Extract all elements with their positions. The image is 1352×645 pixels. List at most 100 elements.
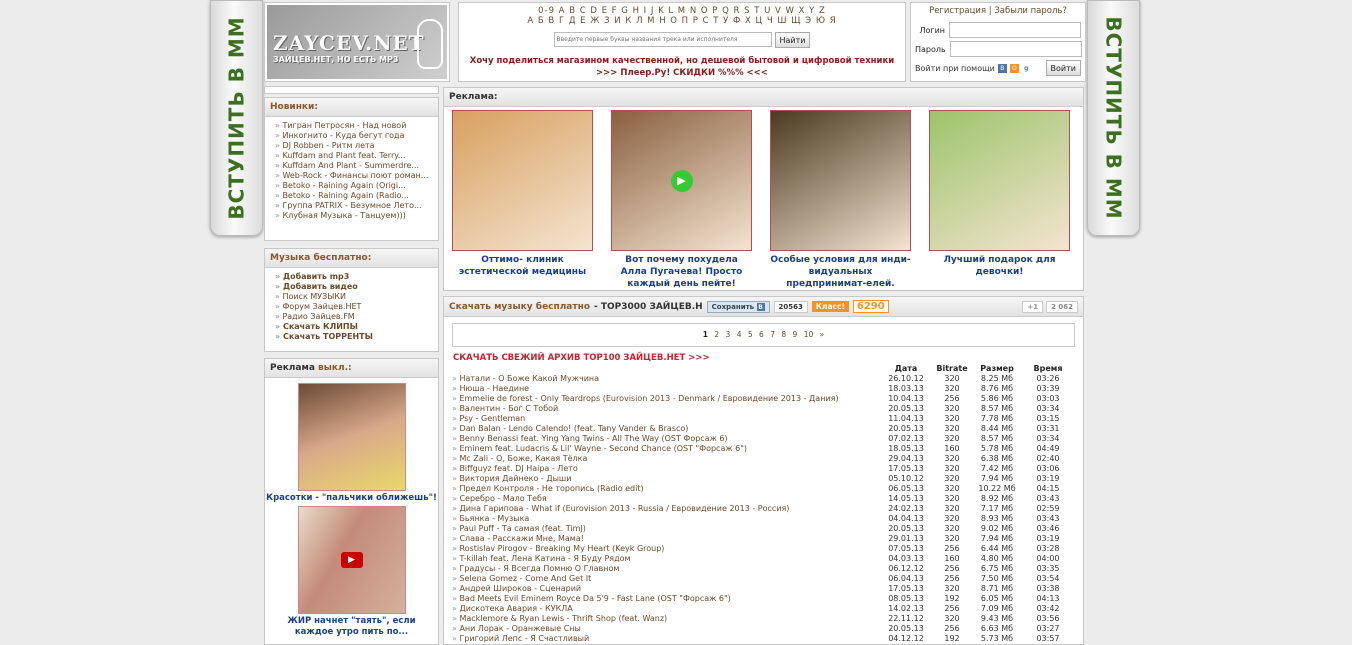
free-music-item[interactable]: Добавить видео	[275, 282, 438, 292]
track-title[interactable]: Emmelie de forest - Only Teardrops (Euro…	[452, 394, 878, 404]
page-link[interactable]: 8	[781, 330, 786, 339]
track-title[interactable]: Андрей Широков - Сценарий	[452, 584, 878, 594]
search-input[interactable]	[553, 32, 772, 47]
ad-caption[interactable]: Лучший подарок для девочки!	[929, 254, 1070, 278]
track-title[interactable]: Ани Лорак - Оранжевые Сны	[452, 624, 878, 634]
track-title[interactable]: Градусы - Я Всегда Помню О Главном	[452, 564, 878, 574]
free-music-item[interactable]: Скачать КЛИПЫ	[275, 322, 438, 332]
save-button[interactable]: Сохранить В	[706, 300, 770, 313]
track-time: 03:43	[1036, 514, 1060, 523]
left-ad-caption-2[interactable]: ЖИР начнет "таять", если каждое утро пит…	[265, 616, 438, 638]
page-link[interactable]: 6	[759, 330, 764, 339]
track-row: Ани Лорак - Оранжевые Сны 20.05.13 256 6.63…	[452, 624, 1072, 634]
vk-icon[interactable]: В	[997, 63, 1007, 73]
news-item[interactable]: Web-Rock - Финансы поют роман...	[275, 171, 438, 181]
track-title[interactable]: Валентин - Бог С Тобой	[452, 404, 878, 414]
news-item[interactable]: DJ Robben - Ритм лета	[275, 141, 438, 151]
free-music-item[interactable]: Поиск МУЗЫКИ	[275, 292, 438, 302]
track-title[interactable]: Дина Гарипова - What if (Eurovision 2013…	[452, 504, 878, 514]
news-item[interactable]: Тигран Петросян - Над новой	[275, 121, 438, 131]
ad-image[interactable]	[929, 110, 1070, 251]
track-title[interactable]: Григорий Лепс - Я Счастливый	[452, 634, 878, 644]
play-icon[interactable]: ▶	[670, 169, 693, 192]
news-item[interactable]: Инкогнито - Куда бегут года	[275, 131, 438, 141]
track-title[interactable]: Psy - Gentleman	[452, 414, 878, 424]
ad-image[interactable]: ▶	[611, 110, 752, 251]
track-title[interactable]: Dan Balan - Lendo Calendo! (feat. Tany V…	[452, 424, 878, 434]
track-title[interactable]: Нюша - Наедине	[452, 384, 878, 394]
track-title[interactable]: Слава - Расскажи Мне, Мама!	[452, 534, 878, 544]
page-link[interactable]: 5	[748, 330, 753, 339]
page-link[interactable]: 10	[804, 330, 814, 339]
track-title[interactable]: Biffguyz feat. DJ Haipa - Лето	[452, 464, 878, 474]
free-music-item[interactable]: Форум Зайцев.НЕТ	[275, 302, 438, 312]
track-title[interactable]: T-killah feat. Лена Катина - Я Буду Рядо…	[452, 554, 878, 564]
news-item[interactable]: Betoko - Raining Again (Radio...	[275, 191, 438, 201]
download-archive-link[interactable]: СКАЧАТЬ СВЕЖИЙ АРХИВ TOP100 ЗАЙЦЕВ.НЕТ >…	[453, 353, 1074, 363]
left-ads-box: Реклама выкл.: Красотки - "пальчики обли…	[264, 358, 439, 645]
join-banner-text: ВСТУПИТЬ В ММ	[224, 16, 249, 220]
ok-class-button[interactable]: Класс!	[811, 301, 849, 312]
left-ad-image-1[interactable]	[297, 383, 406, 491]
google-plus-button[interactable]: +1	[1022, 300, 1044, 313]
google-icon[interactable]: g	[1021, 63, 1031, 73]
track-title[interactable]: Предел Контроля - Не торопись (Radio edi…	[452, 484, 878, 494]
ad-item[interactable]: ▶ Вот почему похудела Алла Пугачева! Прос…	[611, 110, 752, 290]
search-button[interactable]: Найти	[774, 32, 811, 48]
free-music-item[interactable]: Скачать ТОРРЕНТЫ	[275, 332, 438, 342]
cyrillic-alphabet[interactable]: А Б В Г Д Е Ж З И К Л М Н О П Р С Т У Ф …	[459, 16, 905, 26]
track-title[interactable]: Selena Gomez - Come And Get It	[452, 574, 878, 584]
promo-link[interactable]: Хочу поделиться магазином качественной, …	[459, 55, 905, 79]
ad-caption[interactable]: Оттимо- клиник эстетической медицины	[452, 254, 593, 278]
news-item[interactable]: Kuffdam And Plant - Summerdre...	[275, 161, 438, 171]
ad-image[interactable]	[770, 110, 911, 251]
ad-caption[interactable]: Особые условия для инди-видуальных предп…	[770, 254, 911, 290]
ok-icon[interactable]: О	[1009, 63, 1019, 73]
forgot-password-link[interactable]: Забыли пароль?	[994, 6, 1067, 16]
ad-caption[interactable]: Вот почему похудела Алла Пугачева! Прост…	[611, 254, 752, 290]
page-link[interactable]: 2	[714, 330, 719, 339]
page-link[interactable]: 1	[703, 330, 708, 339]
join-banner-left[interactable]: ВСТУПИТЬ В ММ	[210, 0, 263, 236]
news-item[interactable]: Betoko - Raining Again (Origi...	[275, 181, 438, 191]
left-ad-image-2[interactable]: ▶	[297, 506, 406, 614]
track-title[interactable]: Macklemore & Ryan Lewis - Thrift Shop (f…	[452, 614, 878, 624]
ads-off-link[interactable]: выкл.:	[318, 363, 352, 373]
news-item[interactable]: Клубная Музыка - Танцуем)))	[275, 211, 438, 221]
track-title[interactable]: Bad Meets Evil Eminem Royce Da 5'9 - Fas…	[452, 594, 878, 604]
page-link[interactable]: 7	[770, 330, 775, 339]
free-music-item[interactable]: Радио Зайцев.FM	[275, 312, 438, 322]
track-title[interactable]: Paul Puff - Та самая (feat. TimJ)	[452, 524, 878, 534]
track-title[interactable]: Mc Zali - О, Боже, Какая Тёлка	[452, 454, 878, 464]
track-title[interactable]: Eminem feat. Ludacris & Lil' Wayne - Sec…	[452, 444, 878, 454]
track-title[interactable]: Rostislav Pirogov - Breaking My Heart (K…	[452, 544, 878, 554]
ad-item[interactable]: Особые условия для инди-видуальных предп…	[770, 110, 911, 290]
track-row: Paul Puff - Та самая (feat. TimJ) 20.05.1…	[452, 524, 1072, 534]
password-input[interactable]	[949, 41, 1082, 57]
music-title[interactable]: Скачать музыку бесплатно	[449, 302, 590, 312]
news-item[interactable]: Группа PATRIX - Безумное Лето...	[275, 201, 438, 211]
track-title[interactable]: Виктория Дайнеко - Дыши	[452, 474, 878, 484]
join-banner-right[interactable]: ВСТУПИТЬ В ММ	[1087, 0, 1140, 236]
ad-item[interactable]: Оттимо- клиник эстетической медицины	[452, 110, 593, 290]
login-input[interactable]	[949, 22, 1081, 38]
track-title[interactable]: Дискотека Авария - КУКЛА	[452, 604, 878, 614]
track-bitrate: 320	[944, 434, 960, 443]
free-music-item[interactable]: Добавить mp3	[275, 272, 438, 282]
ad-image[interactable]	[452, 110, 593, 251]
left-ad-caption-1[interactable]: Красотки - "пальчики оближешь"!	[265, 493, 438, 503]
news-item[interactable]: Kuffdam and Plant feat. Terry...	[275, 151, 438, 161]
track-title[interactable]: Серебро - Мало Тебя	[452, 494, 878, 504]
page-link[interactable]: »	[820, 330, 825, 339]
ad-item[interactable]: Лучший подарок для девочки!	[929, 110, 1070, 290]
latin-alphabet[interactable]: 0-9 A B C D E F G H I J K L M N O P Q R …	[459, 6, 905, 16]
page-link[interactable]: 4	[737, 330, 742, 339]
page-link[interactable]: 3	[726, 330, 731, 339]
login-button[interactable]: Войти	[1045, 60, 1081, 76]
track-title[interactable]: Benny Benassi feat. Ying Yang Twins - Al…	[452, 434, 878, 444]
page-link[interactable]: 9	[793, 330, 798, 339]
track-title[interactable]: Натали - О Боже Какой Мужчина	[452, 374, 878, 384]
register-link[interactable]: Регистрация	[929, 6, 986, 16]
site-logo[interactable]: ZAYCEV.NET ЗАЙЦЕВ.НЕТ, НО ЕСТЬ MP3	[264, 2, 450, 82]
track-title[interactable]: Бьянка - Музыка	[452, 514, 878, 524]
